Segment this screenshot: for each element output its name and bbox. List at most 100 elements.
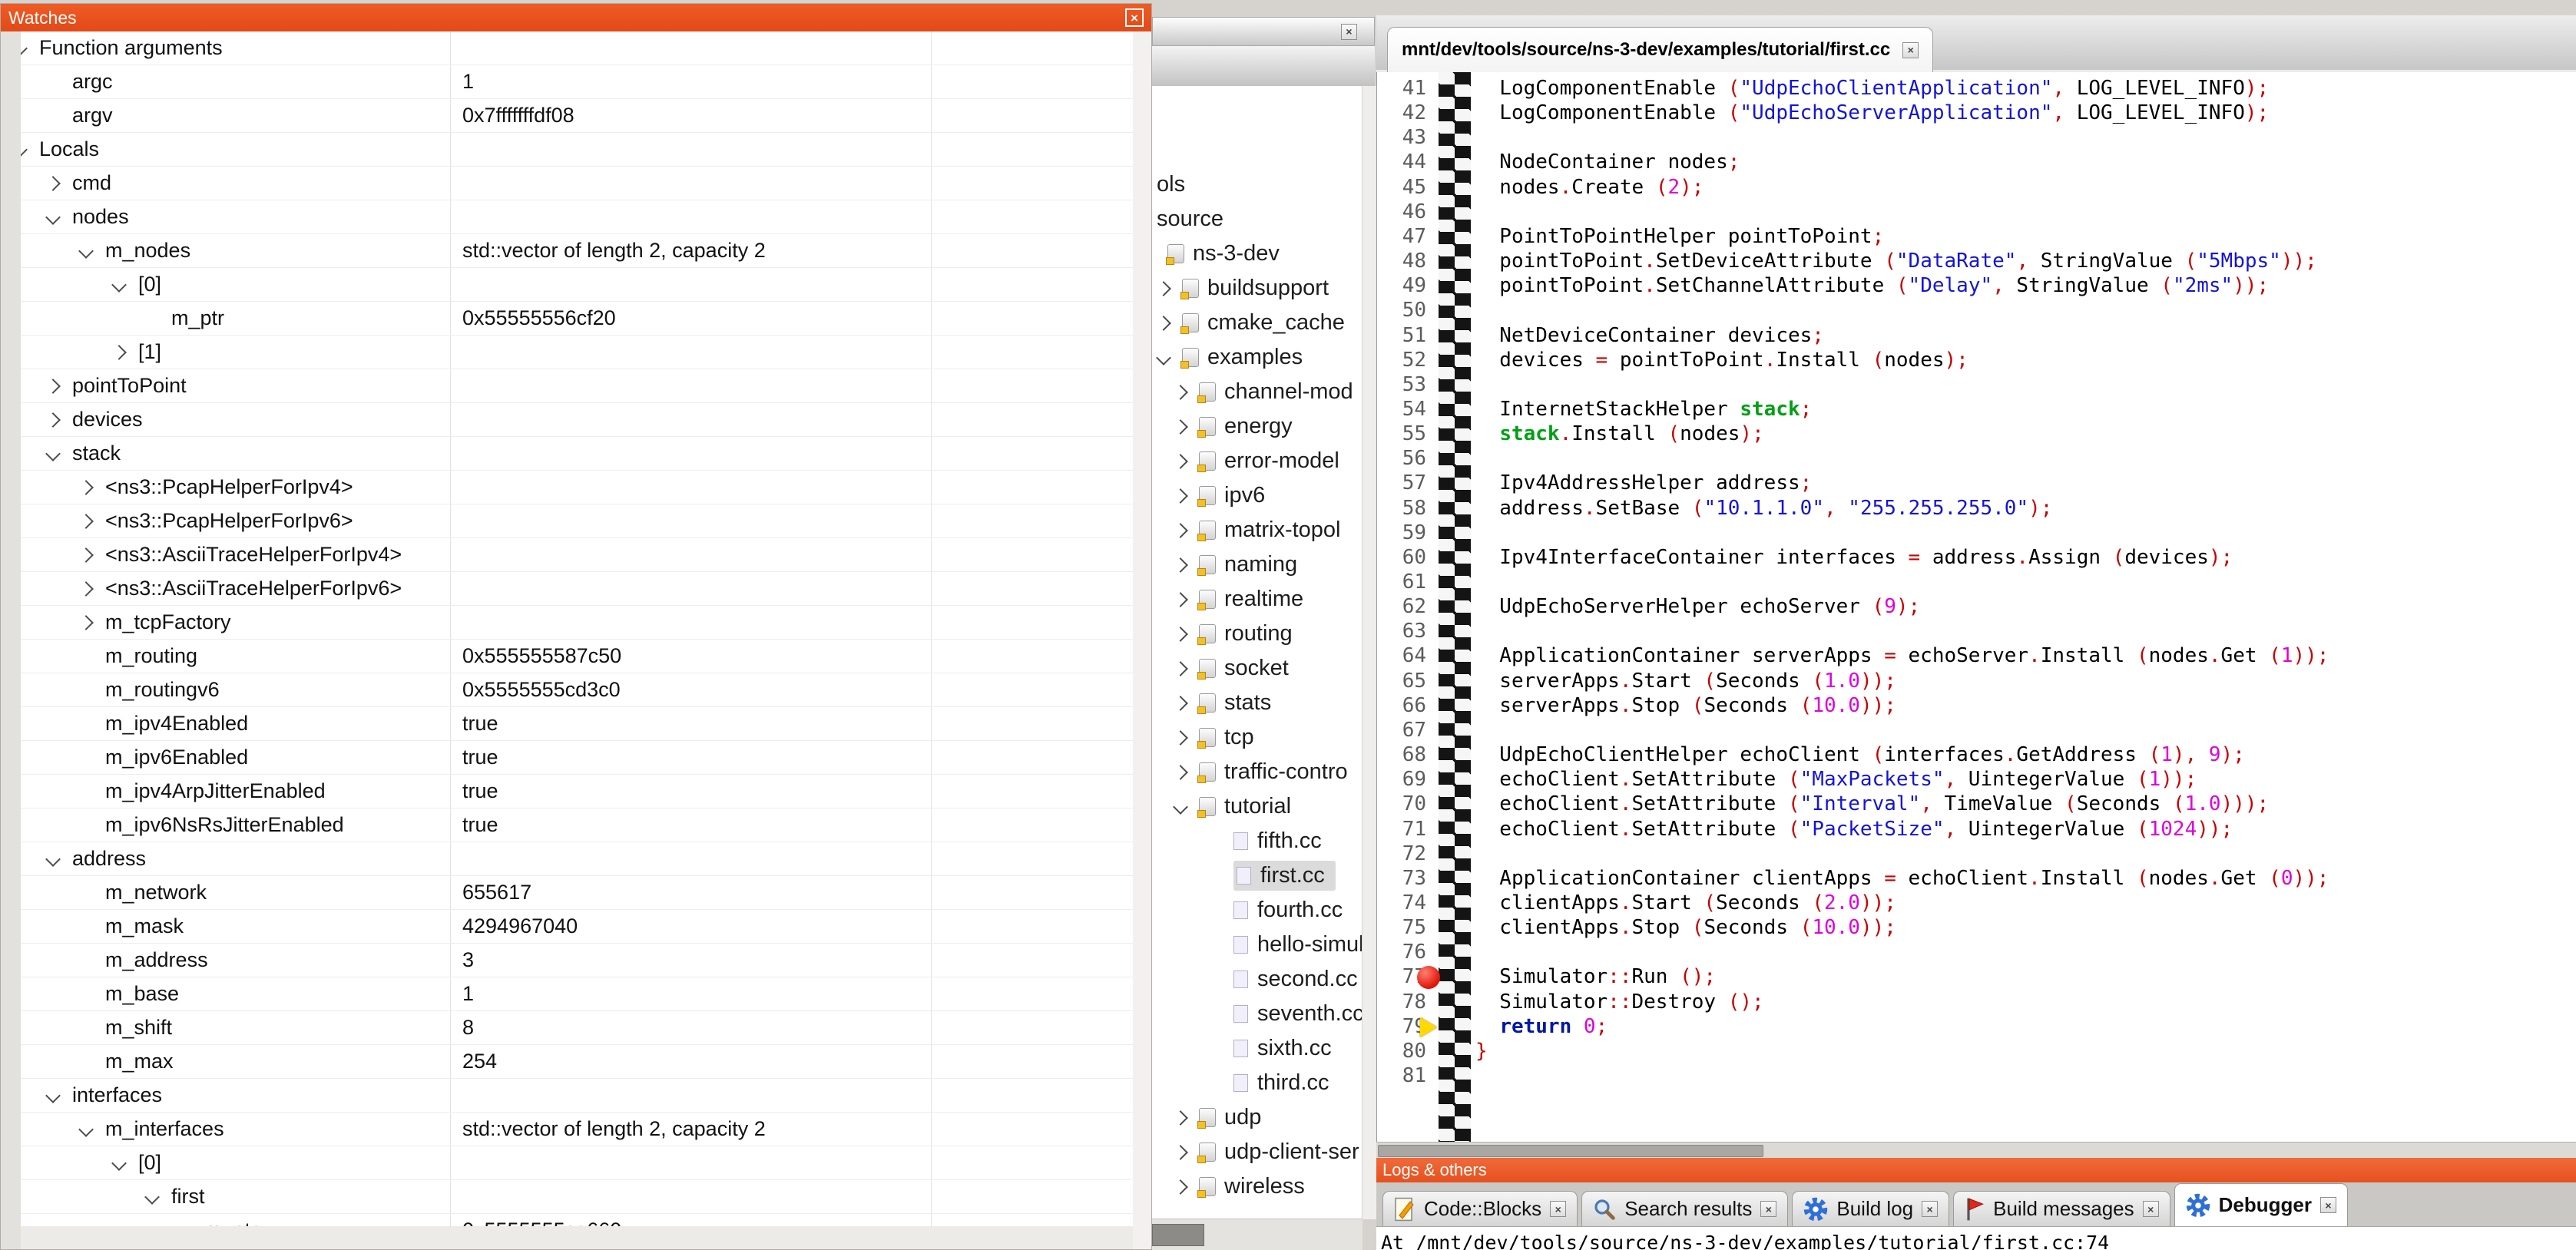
tree-item-wireless[interactable]: wireless [1152,1169,1362,1204]
editor-tab-first-cc[interactable]: mnt/dev/tools/source/ns-3-dev/examples/t… [1387,27,1933,72]
logs-tab-build-messages[interactable]: Build messages× [1953,1191,2170,1226]
watch-row[interactable]: m_shift8 [21,1011,1133,1045]
expander-icon[interactable] [1173,730,1188,746]
tree-item-energy[interactable]: energy [1152,409,1362,444]
watch-row[interactable]: [1] [21,336,1133,369]
expander-icon[interactable] [1173,627,1188,642]
tree-item-first-cc[interactable]: first.cc [1152,858,1362,893]
expander-icon[interactable] [1173,1145,1188,1160]
watch-row[interactable]: m_network655617 [21,876,1133,910]
expander-icon[interactable] [111,1156,127,1171]
watch-row[interactable]: m_routingv60x5555555cd3c0 [21,673,1133,707]
expander-icon[interactable] [1173,454,1188,469]
expander-icon[interactable] [45,1088,61,1103]
expander-icon[interactable] [21,142,28,157]
expander-icon[interactable] [111,277,127,293]
expander-icon[interactable] [78,480,94,495]
tree-item-fourth-cc[interactable]: fourth.cc [1152,893,1362,928]
expander-icon[interactable] [45,379,61,394]
watch-row[interactable]: nodes [21,200,1133,234]
tree-item-udp-client-ser[interactable]: udp-client-ser [1152,1135,1362,1169]
expander-icon[interactable] [1173,385,1188,400]
close-icon[interactable]: × [1125,8,1144,27]
tree-item-fifth-cc[interactable]: fifth.cc [1152,824,1362,858]
logs-tab-code-blocks[interactable]: Code::Blocks× [1382,1191,1578,1226]
close-icon[interactable]: × [1902,42,1919,58]
tree-item-tutorial[interactable]: tutorial [1152,789,1362,824]
code-area[interactable]: 41 LogComponentEnable ("UdpEchoClientApp… [1376,72,2576,1142]
watch-row[interactable]: <ns3::AsciiTraceHelperForIpv4> [21,538,1133,572]
close-icon[interactable]: × [1550,1201,1566,1217]
expander-icon[interactable] [1173,765,1188,780]
tree-vertical-scrollbar[interactable] [1362,86,1376,1219]
tree-item-ipv6[interactable]: ipv6 [1152,478,1362,513]
watch-row[interactable]: argv0x7fffffffdf08 [21,99,1133,133]
tree-item-stats[interactable]: stats [1152,686,1362,720]
management-titlebar[interactable]: × [1152,17,1375,46]
tree-item-realtime[interactable]: realtime [1152,582,1362,617]
expander-icon[interactable] [78,547,94,563]
watch-row[interactable]: <ns3::PcapHelperForIpv4> [21,471,1133,504]
tree-item-naming[interactable]: naming [1152,547,1362,582]
watch-row[interactable]: m_ipv6Enabledtrue [21,741,1133,775]
watch-row[interactable]: interfaces [21,1079,1133,1113]
tree-item-second-cc[interactable]: second.cc [1152,962,1362,997]
tree-item-third-cc[interactable]: third.cc [1152,1066,1362,1100]
tree-item-sixth-cc[interactable]: sixth.cc [1152,1031,1362,1066]
expander-icon[interactable] [45,176,61,191]
expander-icon[interactable] [1173,523,1188,538]
watch-row[interactable]: [0] [21,1146,1133,1180]
watch-row[interactable]: first [21,1180,1133,1214]
breakpoint-icon[interactable] [1417,966,1440,989]
logs-titlebar[interactable]: Logs & others [1376,1158,2576,1182]
tree-item-channel-mod[interactable]: channel-mod [1152,375,1362,409]
tree-item-ols[interactable]: ols [1152,167,1362,202]
watch-row[interactable]: m_max254 [21,1045,1133,1079]
expander-icon[interactable] [45,446,61,461]
tree-item-tcp[interactable]: tcp [1152,720,1362,755]
expander-icon[interactable] [45,412,61,428]
watch-row[interactable]: m_routing0x555555587c50 [21,640,1133,673]
watch-row[interactable]: [0] [21,268,1133,302]
expander-icon[interactable] [1173,1110,1188,1126]
watch-row[interactable]: argc1 [21,65,1133,99]
watch-row[interactable]: <ns3::AsciiTraceHelperForIpv6> [21,572,1133,606]
expander-icon[interactable] [1173,419,1188,435]
close-icon[interactable]: × [1922,1201,1938,1217]
logs-tab-debugger[interactable]: Debugger× [2174,1183,2348,1226]
tree-item-cmake-cache[interactable]: cmake_cache [1152,306,1362,340]
debugger-log-content[interactable]: At /mnt/dev/tools/source/ns-3-dev/exampl… [1376,1227,2576,1250]
tree-horizontal-scrollbar[interactable] [1152,1219,1362,1250]
watch-row[interactable]: cmd [21,167,1133,200]
watch-row[interactable]: m_base1 [21,977,1133,1011]
watch-row[interactable]: address [21,842,1133,876]
watch-row[interactable]: m_ptr0x5555555ca660 [21,1214,1133,1226]
watch-row[interactable]: m_tcpFactory [21,606,1133,640]
watch-row[interactable]: m_ptr0x55555556cf20 [21,302,1133,336]
tree-item-traffic-contro[interactable]: traffic-contro [1152,755,1362,789]
expander-icon[interactable] [1173,1179,1188,1195]
tree-item-seventh-cc[interactable]: seventh.cc [1152,997,1362,1031]
expander-icon[interactable] [78,615,94,630]
watch-row[interactable]: stack [21,437,1133,471]
editor-horizontal-scrollbar[interactable] [1376,1142,2576,1159]
expander-icon[interactable] [1156,350,1171,365]
watch-row[interactable]: m_ipv4ArpJitterEnabledtrue [21,775,1133,809]
watch-row[interactable]: Locals [21,133,1133,167]
close-icon[interactable]: × [1341,24,1357,40]
expander-icon[interactable] [1156,316,1171,331]
watch-row[interactable]: m_nodesstd::vector of length 2, capacity… [21,234,1133,268]
watch-row[interactable]: m_ipv6NsRsJitterEnabledtrue [21,809,1133,842]
expander-icon[interactable] [1173,557,1188,573]
logs-tab-build-log[interactable]: Build log× [1792,1191,1949,1226]
tree-item-matrix-topol[interactable]: matrix-topol [1152,513,1362,547]
close-icon[interactable]: × [2143,1201,2159,1217]
watch-row[interactable]: m_interfacesstd::vector of length 2, cap… [21,1113,1133,1146]
scrollbar-thumb[interactable] [1152,1224,1204,1246]
tree-item-examples[interactable]: examples [1152,340,1362,375]
expander-icon[interactable] [1173,661,1188,676]
expander-icon[interactable] [1156,281,1171,296]
expander-icon[interactable] [78,1122,94,1137]
watch-row[interactable]: m_mask4294967040 [21,910,1133,944]
tree-item-udp[interactable]: udp [1152,1100,1362,1135]
